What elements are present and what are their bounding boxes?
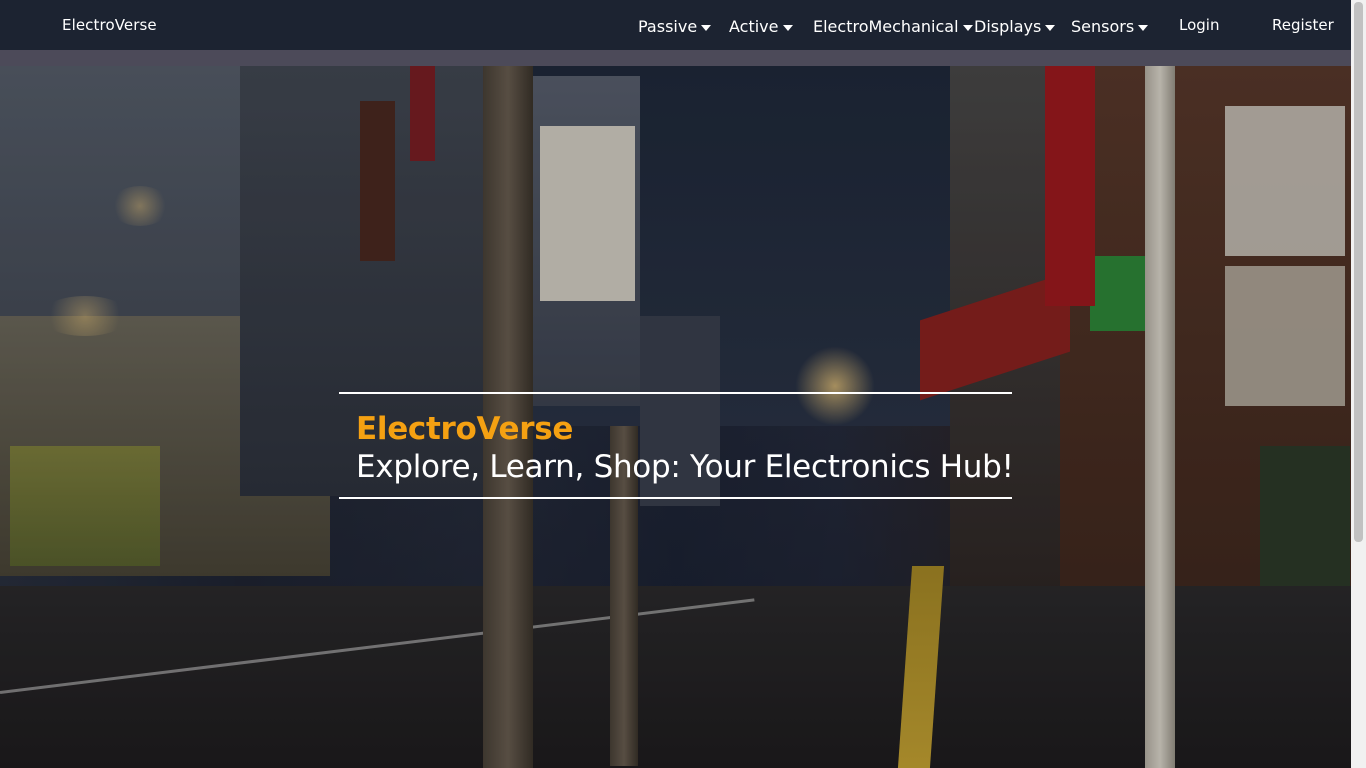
nav-underbar <box>0 50 1351 66</box>
register-link[interactable]: Register <box>1272 16 1334 34</box>
nav-dropdown-label: Sensors <box>1071 17 1135 36</box>
nav-dropdown-sensors[interactable]: Sensors <box>1071 17 1149 36</box>
caret-down-icon <box>1138 24 1149 31</box>
login-link[interactable]: Login <box>1179 16 1219 34</box>
nav-dropdown-label: Active <box>729 17 779 36</box>
nav-dropdown-label: Passive <box>638 17 698 36</box>
hero-caption: ElectroVerse Explore, Learn, Shop: Your … <box>339 392 1014 499</box>
nav-dropdown-passive[interactable]: Passive <box>638 17 712 36</box>
hero-subtitle: Explore, Learn, Shop: Your Electronics H… <box>356 449 1014 485</box>
nav-dropdown-electromechanical[interactable]: ElectroMechanical <box>813 17 973 36</box>
scrollbar-thumb[interactable] <box>1354 2 1363 542</box>
nav-dropdown-displays[interactable]: Displays <box>974 17 1056 36</box>
brand-link[interactable]: ElectroVerse <box>62 0 157 50</box>
nav-dropdown-label: ElectroMechanical <box>813 17 959 36</box>
nav-dropdown-active[interactable]: Active <box>729 17 793 36</box>
top-navbar: ElectroVerse Passive Active ElectroMecha… <box>0 0 1351 50</box>
caret-down-icon <box>782 24 793 31</box>
caret-down-icon <box>962 24 973 31</box>
nav-dropdown-label: Displays <box>974 17 1042 36</box>
caret-down-icon <box>1045 24 1056 31</box>
page-scrollbar[interactable] <box>1351 0 1366 768</box>
caret-down-icon <box>701 24 712 31</box>
hero-title: ElectroVerse <box>356 411 574 447</box>
